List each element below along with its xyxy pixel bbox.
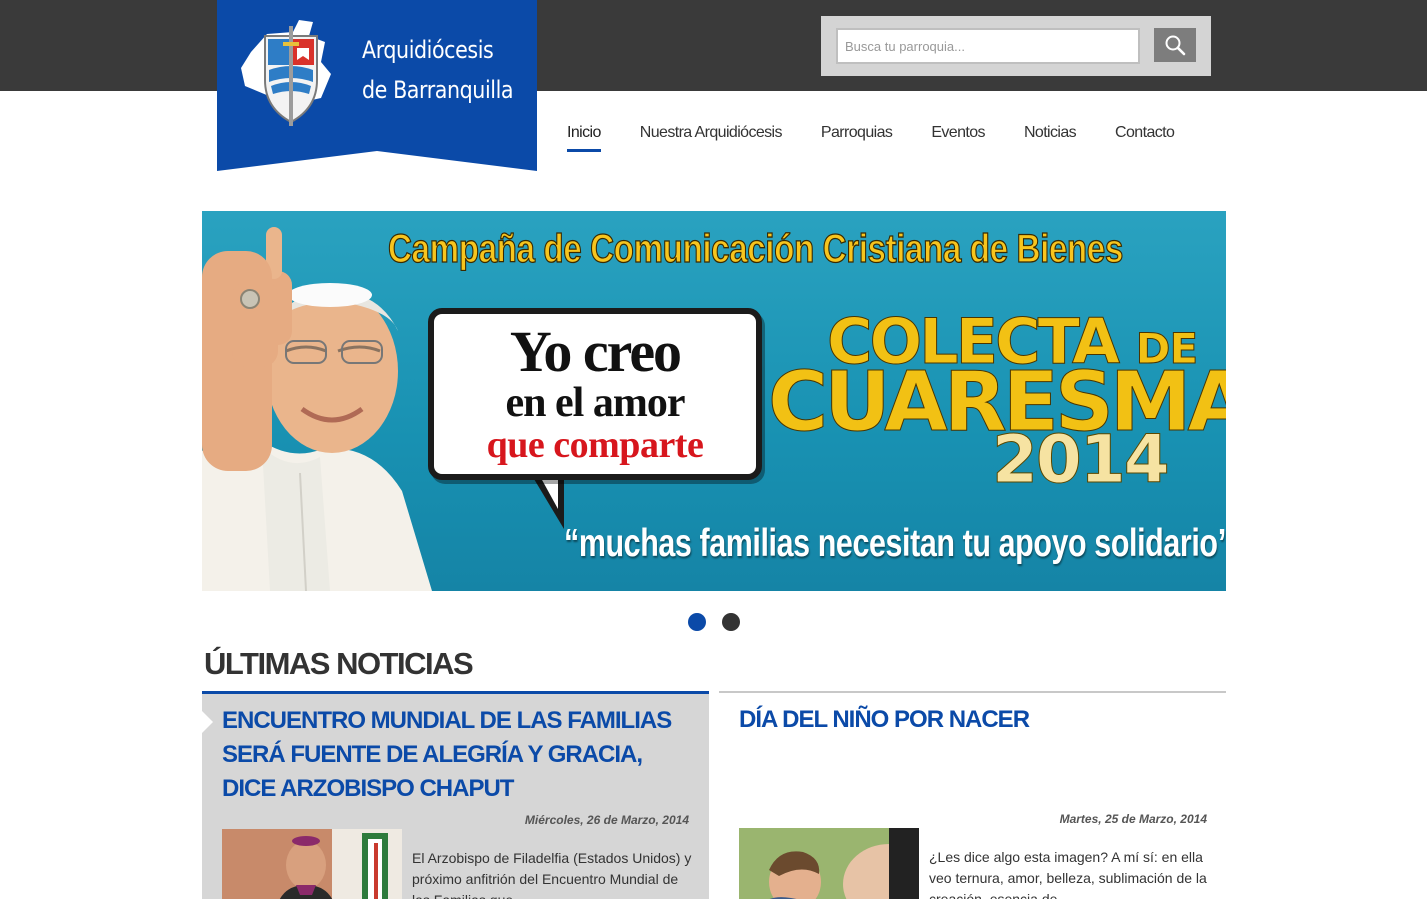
banner-quote: “muchas familias necesitan tu apoyo soli… — [564, 522, 1226, 565]
site-logo[interactable]: Arquidiócesis de Barranquilla — [217, 0, 537, 171]
search-box — [821, 16, 1211, 76]
nav-item-eventos[interactable]: Eventos — [931, 121, 985, 152]
nav-item-noticias[interactable]: Noticias — [1024, 121, 1077, 152]
news-title[interactable]: ENCUENTRO MUNDIAL DE LAS FAMILIAS SERÁ F… — [222, 704, 692, 806]
logo-line-1: Arquidiócesis — [362, 36, 494, 64]
search-input[interactable] — [836, 28, 1140, 64]
section-title: ÚLTIMAS NOTICIAS — [204, 646, 474, 681]
archbishop-photo — [222, 829, 402, 899]
logo-text: Arquidiócesis de Barranquilla — [362, 30, 514, 110]
nav-item-inicio[interactable]: Inicio — [567, 121, 601, 152]
year-headline: 2014 — [992, 421, 1171, 498]
news-card[interactable]: DÍA DEL NIÑO POR NACER Martes, 25 de Mar… — [719, 691, 1226, 899]
archdiocese-crest-icon — [241, 20, 331, 126]
news-thumbnail[interactable] — [222, 829, 402, 899]
child-pregnant-belly-photo — [739, 828, 919, 899]
slider-dot-2[interactable] — [722, 613, 740, 631]
nav-item-nuestra-arquidiocesis[interactable]: Nuestra Arquidiócesis — [640, 121, 783, 152]
news-excerpt: El Arzobispo de Filadelfia (Estados Unid… — [412, 850, 692, 899]
logo-line-2: de Barranquilla — [362, 76, 514, 104]
slider-dot-1[interactable] — [688, 613, 706, 631]
news-title[interactable]: DÍA DEL NIÑO POR NACER — [739, 703, 1209, 737]
search-button[interactable] — [1154, 28, 1196, 62]
hero-banner[interactable]: Campaña de Comunicación Cristiana de Bie… — [202, 211, 1226, 591]
bubble-line-2: en el amor — [505, 380, 686, 426]
news-thumbnail[interactable] — [739, 828, 919, 899]
top-bar — [0, 0, 1427, 91]
bubble-line-3: que comparte — [486, 424, 704, 466]
slider-pagination — [688, 613, 740, 631]
news-date: Martes, 25 de Marzo, 2014 — [1059, 812, 1207, 826]
news-card[interactable]: ENCUENTRO MUNDIAL DE LAS FAMILIAS SERÁ F… — [202, 691, 709, 899]
search-icon — [1165, 35, 1186, 56]
news-excerpt: ¿Les dice algo esta imagen? A mí sí: en … — [929, 849, 1207, 899]
speech-bubble: Yo creo en el amor que comparte — [428, 308, 762, 480]
card-active-notch — [202, 711, 213, 733]
banner-campaign-title: Campaña de Comunicación Cristiana de Bie… — [387, 226, 1123, 271]
nav-item-parroquias[interactable]: Parroquias — [821, 121, 893, 152]
bubble-line-1: Yo creo — [509, 319, 682, 384]
nav-item-contacto[interactable]: Contacto — [1115, 121, 1175, 152]
main-nav: Inicio Nuestra Arquidiócesis Parroquias … — [567, 121, 1213, 157]
news-date: Miércoles, 26 de Marzo, 2014 — [524, 813, 689, 827]
